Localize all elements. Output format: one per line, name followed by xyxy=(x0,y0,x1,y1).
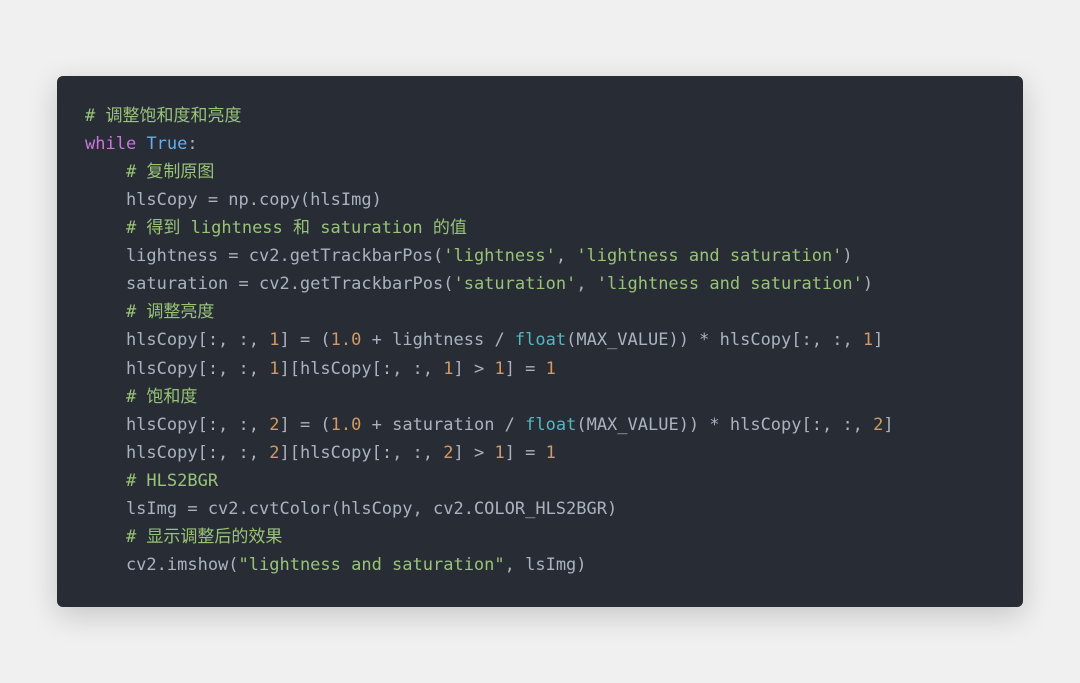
code-token: 1 xyxy=(443,359,453,379)
code-token: 1.0 xyxy=(331,415,362,435)
code-token: hlsCopy[:, :, xyxy=(85,443,269,463)
code-token: ][hlsCopy[:, :, xyxy=(279,359,443,379)
code-token: True xyxy=(146,134,187,154)
code-token: 1 xyxy=(863,330,873,350)
code-token: lightness = cv2.getTrackbarPos( xyxy=(85,246,443,266)
code-token: # 调整亮度 xyxy=(126,302,214,322)
code-token: 'lightness and saturation' xyxy=(576,246,842,266)
code-token: 2 xyxy=(873,415,883,435)
code-token xyxy=(85,302,126,322)
code-token xyxy=(85,162,126,182)
code-token: while xyxy=(85,134,136,154)
code-token: # 显示调整后的效果 xyxy=(126,527,282,547)
code-token: 'saturation' xyxy=(453,274,576,294)
code-token: # 调整饱和度和亮度 xyxy=(85,106,241,126)
code-token: , xyxy=(576,274,596,294)
code-token: ] xyxy=(883,415,893,435)
code-token: # HLS2BGR xyxy=(126,471,218,491)
code-token: : xyxy=(187,134,197,154)
code-token: lsImg = cv2.cvtColor(hlsCopy, cv2.COLOR_… xyxy=(85,499,617,519)
code-token: ] xyxy=(873,330,883,350)
code-token xyxy=(85,471,126,491)
code-token: 2 xyxy=(269,443,279,463)
code-token: # 得到 lightness 和 saturation 的值 xyxy=(126,218,467,238)
code-token xyxy=(85,387,126,407)
code-token: float xyxy=(515,330,566,350)
code-token: ) xyxy=(842,246,852,266)
code-token: 2 xyxy=(269,415,279,435)
code-token: hlsCopy[:, :, xyxy=(85,330,269,350)
code-token: 1 xyxy=(546,443,556,463)
code-token: ] = xyxy=(505,359,546,379)
code-token: hlsCopy[:, :, xyxy=(85,415,269,435)
code-token: 1.0 xyxy=(331,330,362,350)
code-block: # 调整饱和度和亮度 while True: # 复制原图 hlsCopy = … xyxy=(57,76,1023,607)
code-token: ][hlsCopy[:, :, xyxy=(279,443,443,463)
code-token: (MAX_VALUE)) * hlsCopy[:, :, xyxy=(566,330,863,350)
code-token: saturation = cv2.getTrackbarPos( xyxy=(85,274,453,294)
code-token: , lsImg) xyxy=(505,555,587,575)
code-token: + saturation / xyxy=(361,415,525,435)
code-token: ] = ( xyxy=(279,415,330,435)
code-token: float xyxy=(525,415,576,435)
code-token: 1 xyxy=(269,330,279,350)
code-token: 1 xyxy=(494,443,504,463)
code-token xyxy=(85,218,126,238)
code-token: hlsCopy[:, :, xyxy=(85,359,269,379)
code-token: 1 xyxy=(269,359,279,379)
code-token: hlsCopy = np.copy(hlsImg) xyxy=(85,190,382,210)
code-token: 1 xyxy=(546,359,556,379)
code-token: 'lightness' xyxy=(443,246,556,266)
code-token: 2 xyxy=(443,443,453,463)
code-token xyxy=(85,527,126,547)
code-token: # 饱和度 xyxy=(126,387,197,407)
code-token: # 复制原图 xyxy=(126,162,214,182)
code-token: + lightness / xyxy=(361,330,515,350)
code-token: 1 xyxy=(494,359,504,379)
code-token: ) xyxy=(863,274,873,294)
code-token: ] > xyxy=(454,359,495,379)
code-token xyxy=(136,134,146,154)
code-token: ] = ( xyxy=(279,330,330,350)
code-content: # 调整饱和度和亮度 while True: # 复制原图 hlsCopy = … xyxy=(85,102,995,579)
code-token: "lightness and saturation" xyxy=(239,555,505,575)
code-token: (MAX_VALUE)) * hlsCopy[:, :, xyxy=(576,415,873,435)
code-token: , xyxy=(556,246,576,266)
code-token: 'lightness and saturation' xyxy=(597,274,863,294)
code-token: ] = xyxy=(505,443,546,463)
code-token: cv2.imshow( xyxy=(85,555,239,575)
code-token: ] > xyxy=(454,443,495,463)
